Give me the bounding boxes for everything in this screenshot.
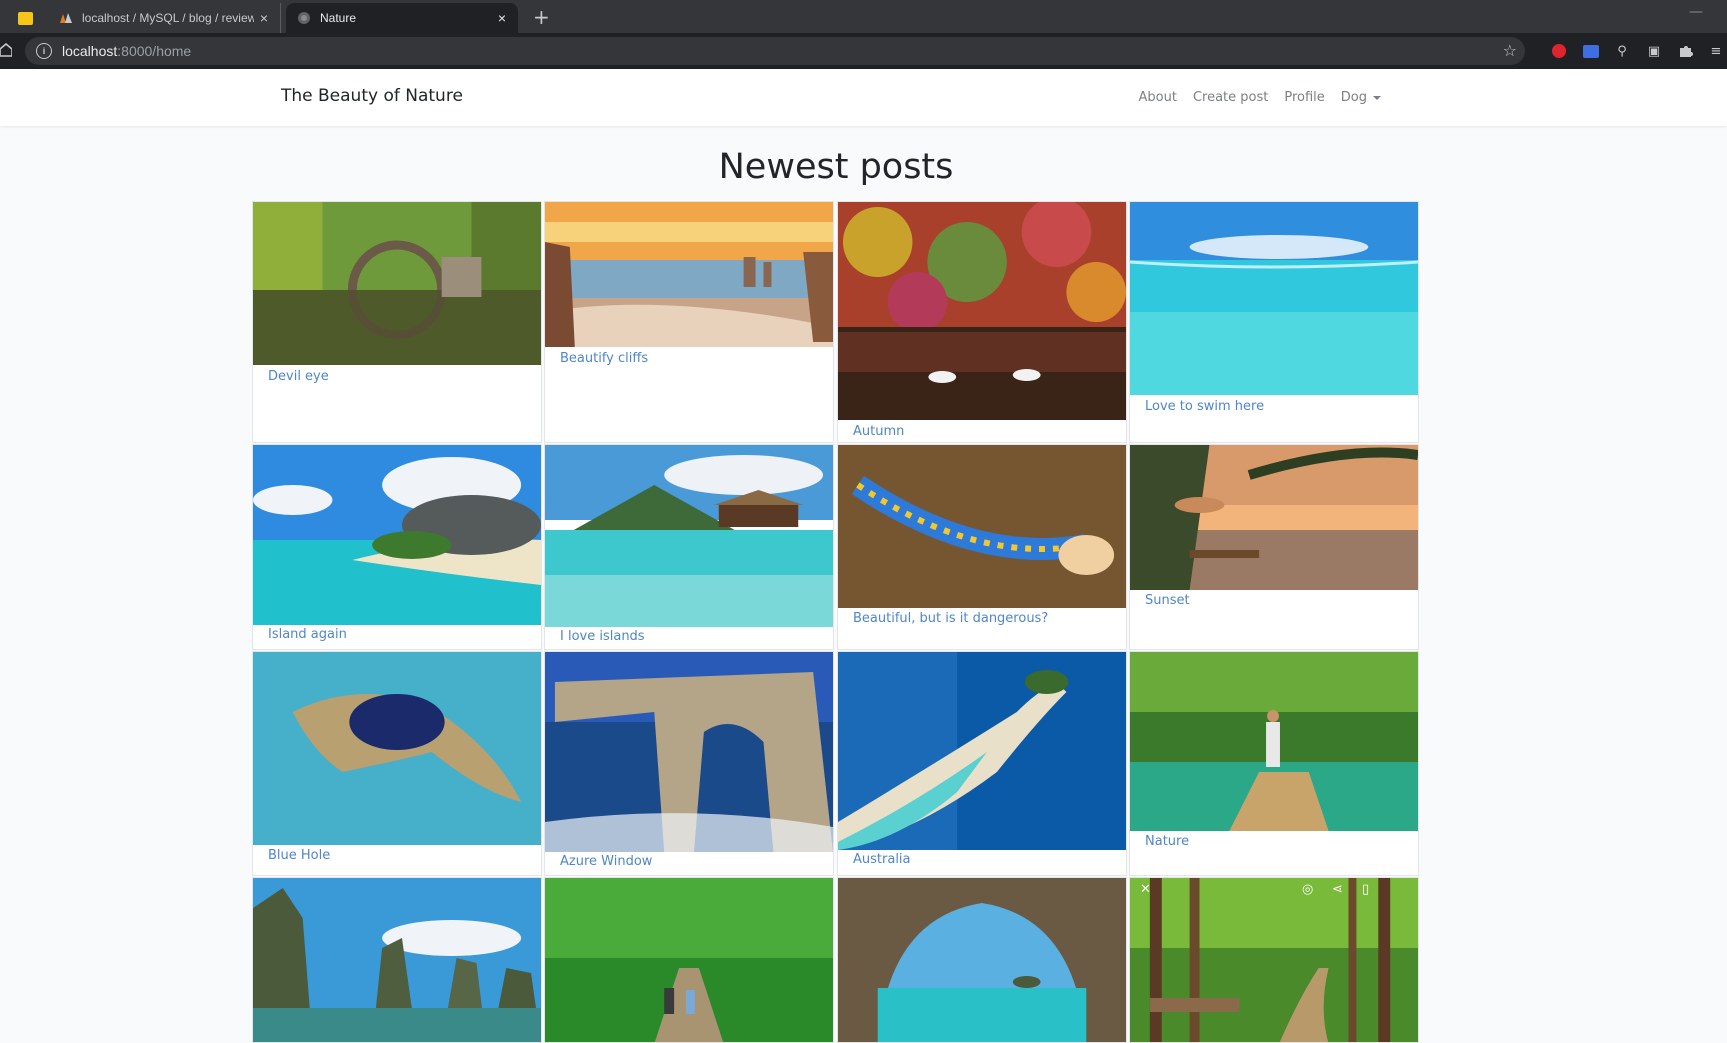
post-image xyxy=(253,202,541,365)
post-card[interactable] xyxy=(837,877,1127,1043)
post-image xyxy=(1130,202,1418,395)
nav-create-post[interactable]: Create post xyxy=(1193,90,1268,105)
post-title[interactable]: I love islands xyxy=(560,629,645,644)
tab-phpmyadmin[interactable]: localhost / MySQL / blog / review × xyxy=(48,3,281,33)
post-image xyxy=(253,652,541,845)
caret-down-icon xyxy=(1373,95,1381,100)
close-tab-icon[interactable]: × xyxy=(254,10,274,26)
post-image xyxy=(1130,652,1418,831)
post-card[interactable]: Sunset xyxy=(1129,444,1419,650)
nav-about[interactable]: About xyxy=(1139,90,1177,105)
post-image xyxy=(545,445,833,627)
tab-title: Nature xyxy=(320,11,357,25)
browser-toolbar: i localhost:8000/home ☆ xyxy=(0,33,1727,69)
post-image xyxy=(838,652,1126,850)
post-card[interactable]: ✕ ◎ ⋖ ▯ xyxy=(1129,877,1419,1043)
post-image xyxy=(545,652,833,852)
home-icon[interactable] xyxy=(0,42,13,61)
new-tab-button[interactable]: + xyxy=(533,5,550,29)
tab-nature[interactable]: Nature × xyxy=(286,3,518,33)
post-image xyxy=(838,445,1126,608)
tab-title: localhost / MySQL / blog / review xyxy=(82,11,254,25)
extension-print-icon[interactable]: ▣ xyxy=(1645,42,1663,60)
close-tab-icon[interactable]: × xyxy=(492,10,512,26)
page-title: Newest posts xyxy=(718,147,954,187)
post-image xyxy=(545,202,833,347)
post-image xyxy=(1130,445,1418,590)
lens-icon[interactable]: ◎ xyxy=(1302,882,1313,897)
post-title[interactable]: Australia xyxy=(853,852,911,867)
post-title[interactable]: Beautiful, but is it dangerous? xyxy=(853,611,1048,626)
post-card[interactable]: Island again xyxy=(252,444,542,650)
post-image xyxy=(1130,878,1418,1042)
bookmark-icon[interactable]: ▯ xyxy=(1362,882,1369,897)
app-icon xyxy=(17,11,33,25)
post-card[interactable]: Devil eye xyxy=(252,201,542,443)
post-image xyxy=(838,878,1126,1042)
post-card[interactable] xyxy=(252,877,542,1043)
post-image xyxy=(545,878,833,1042)
close-icon[interactable]: ✕ xyxy=(1140,882,1151,897)
phpmyadmin-icon xyxy=(58,10,74,26)
post-title[interactable]: Blue Hole xyxy=(268,848,330,863)
apps-tab[interactable] xyxy=(8,3,42,33)
post-title[interactable]: Nature xyxy=(1145,834,1189,849)
site-info-icon[interactable]: i xyxy=(36,43,52,59)
post-card[interactable]: Australia xyxy=(837,651,1127,876)
globe-icon xyxy=(296,10,312,26)
post-title[interactable]: Love to swim here xyxy=(1145,399,1264,414)
user-name: Dog xyxy=(1340,90,1367,105)
post-card[interactable]: Beautify cliffs xyxy=(544,201,834,443)
media-queue-icon[interactable]: ≡ xyxy=(1707,42,1725,60)
address-bar[interactable]: i localhost:8000/home ☆ xyxy=(25,37,1525,65)
post-image xyxy=(838,202,1126,420)
post-title[interactable]: Sunset xyxy=(1145,593,1190,608)
post-card[interactable]: Autumn xyxy=(837,201,1127,443)
nav-profile[interactable]: Profile xyxy=(1284,90,1324,105)
browser-tab-bar: localhost / MySQL / blog / review × Natu… xyxy=(0,0,1727,33)
url-text: localhost:8000/home xyxy=(62,43,192,59)
nav-user-dropdown[interactable]: Dog xyxy=(1341,90,1381,105)
bookmark-star-icon[interactable]: ☆ xyxy=(1503,41,1517,60)
site-navbar: The Beauty of Nature About Create post P… xyxy=(0,69,1727,126)
brand-link[interactable]: The Beauty of Nature xyxy=(281,86,463,106)
post-title[interactable]: Autumn xyxy=(853,424,904,439)
post-title[interactable]: Azure Window xyxy=(560,854,652,869)
post-card[interactable]: Azure Window xyxy=(544,651,834,876)
post-card[interactable]: I love islands xyxy=(544,444,834,650)
post-card[interactable]: Nature xyxy=(1129,651,1419,876)
post-image xyxy=(253,445,541,625)
nav-links: About Create post Profile Dog xyxy=(1139,90,1381,105)
extension-blue-icon[interactable] xyxy=(1582,42,1600,60)
extension-search-icon[interactable]: ⚲ xyxy=(1613,42,1631,60)
post-title[interactable]: Island again xyxy=(268,627,347,642)
post-image xyxy=(253,878,541,1042)
post-title[interactable]: Devil eye xyxy=(268,369,329,384)
extension-red-icon[interactable] xyxy=(1550,42,1568,60)
post-card[interactable] xyxy=(544,877,834,1043)
minimize-icon[interactable]: — xyxy=(1689,4,1703,20)
post-card[interactable]: Beautiful, but is it dangerous? xyxy=(837,444,1127,650)
share-icon[interactable]: ⋖ xyxy=(1332,882,1343,897)
post-card[interactable]: Love to swim here xyxy=(1129,201,1419,443)
puzzle-icon[interactable] xyxy=(1677,42,1695,60)
post-card[interactable]: Blue Hole xyxy=(252,651,542,876)
post-title[interactable]: Beautify cliffs xyxy=(560,351,648,366)
